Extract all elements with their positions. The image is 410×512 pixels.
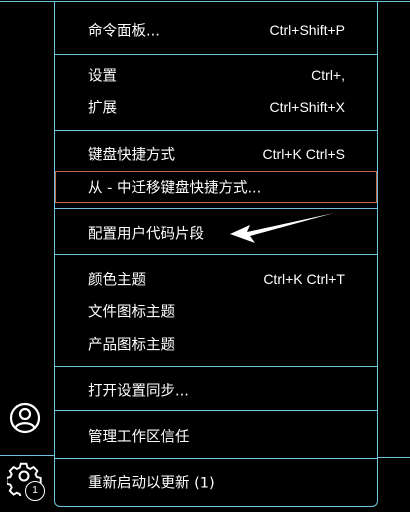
menu-separator (55, 458, 377, 459)
divider-line (378, 457, 410, 458)
menu-item-settings-sync[interactable]: 打开设置同步... (55, 375, 377, 405)
menu-item-extensions[interactable]: 扩展 Ctrl+Shift+X (55, 92, 377, 122)
menu-item-keyboard-shortcuts[interactable]: 键盘快捷方式 Ctrl+K Ctrl+S (55, 139, 377, 169)
menu-item-label: 文件图标主题 (88, 304, 175, 321)
menu-item-label: 键盘快捷方式 (88, 147, 175, 164)
menu-item-restart-to-update[interactable]: 重新启动以更新 (1) (55, 467, 377, 497)
menu-item-migrate-keyboard-shortcuts[interactable]: 从 - 中迁移键盘快捷方式... (55, 171, 377, 203)
menu-item-keybinding: Ctrl+Shift+P (269, 22, 345, 38)
menu-item-label: 设置 (88, 68, 117, 85)
account-icon[interactable] (7, 400, 43, 436)
menu-item-label: 命令面板... (88, 23, 160, 40)
manage-context-menu: 命令面板... Ctrl+Shift+P 设置 Ctrl+, 扩展 Ctrl+S… (54, 2, 378, 507)
menu-item-label: 配置用户代码片段 (88, 226, 204, 243)
menu-item-label: 重新启动以更新 (1) (88, 475, 215, 492)
menu-item-keybinding: Ctrl+K Ctrl+S (262, 146, 345, 162)
menu-item-label: 从 - 中迁移键盘快捷方式... (88, 180, 262, 197)
menu-separator (55, 208, 377, 209)
menu-separator (55, 366, 377, 367)
annotation-arrow-icon (230, 213, 334, 243)
menu-item-workspace-trust[interactable]: 管理工作区信任 (55, 421, 377, 451)
menu-item-file-icon-theme[interactable]: 文件图标主题 (55, 296, 377, 326)
divider-line (0, 455, 55, 456)
menu-item-keybinding: Ctrl+Shift+X (269, 99, 345, 115)
menu-item-label: 打开设置同步... (88, 383, 189, 400)
menu-item-label: 颜色主题 (88, 272, 146, 289)
menu-item-settings[interactable]: 设置 Ctrl+, (55, 60, 377, 90)
menu-separator (55, 130, 377, 131)
update-badge: 1 (25, 481, 45, 501)
menu-separator (55, 254, 377, 255)
menu-item-keybinding: Ctrl+K Ctrl+T (263, 271, 345, 287)
menu-separator (55, 54, 377, 55)
menu-item-label: 扩展 (88, 100, 117, 117)
menu-item-label: 管理工作区信任 (88, 429, 190, 446)
menu-item-command-palette[interactable]: 命令面板... Ctrl+Shift+P (55, 15, 377, 45)
menu-item-keybinding: Ctrl+, (311, 67, 345, 83)
menu-item-product-icon-theme[interactable]: 产品图标主题 (55, 329, 377, 359)
menu-separator (55, 410, 377, 411)
menu-item-color-theme[interactable]: 颜色主题 Ctrl+K Ctrl+T (55, 264, 377, 294)
menu-item-label: 产品图标主题 (88, 337, 175, 354)
